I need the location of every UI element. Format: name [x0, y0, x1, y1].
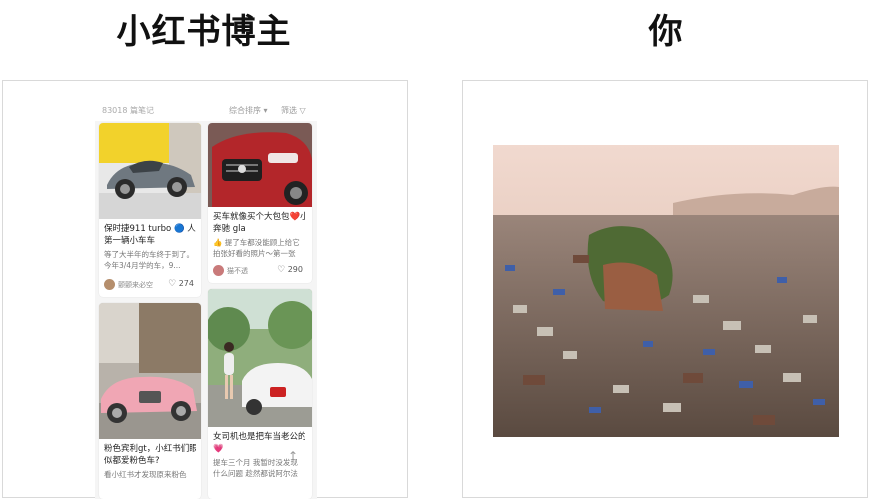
phone-screenshot: 83018 篇笔记 综合排序 ▾ 筛选 ▽ 保时捷911 turbo 🔵 人生 …: [95, 99, 317, 499]
notes-count: 83018 篇笔记: [102, 106, 154, 115]
author-name[interactable]: 颤颤来必空: [118, 280, 153, 290]
feed-toolbar: 83018 篇笔记 综合排序 ▾ 筛选 ▽: [95, 99, 317, 121]
note-card[interactable]: 粉色宾利gt，小红书们眼 似都爱粉色车? 看小红书才发现原来粉色: [99, 303, 201, 499]
note-card[interactable]: 保时捷911 turbo 🔵 人生 第一辆小车车 等了大半年的车终于到了。今年3…: [99, 123, 201, 297]
card-title-line2: 似都爱粉色车?: [104, 456, 160, 466]
avatar[interactable]: [104, 279, 115, 290]
note-card[interactable]: 女司机也是把车当老公的 💗 提车三个月 我暂时没发现什么问题 趁然都说阿尔法 ↑: [208, 289, 312, 499]
heading-you: 你: [648, 12, 684, 52]
card-title: 粉色宾利gt，小红书们眼: [104, 444, 196, 454]
bentley-photo: [99, 303, 201, 439]
card-footer: 猫不透 ♡ 290: [213, 265, 305, 277]
slum-photo: [493, 145, 839, 437]
you-panel: [462, 80, 868, 498]
heart-icon[interactable]: ♡: [168, 279, 176, 289]
heading-blogger: 小红书博主: [116, 12, 292, 52]
author-name[interactable]: 猫不透: [227, 266, 248, 276]
blogger-panel: 83018 篇笔记 综合排序 ▾ 筛选 ▽ 保时捷911 turbo 🔵 人生 …: [2, 80, 408, 499]
porsche-photo: [99, 123, 201, 219]
sort-dropdown[interactable]: 综合排序 ▾: [229, 105, 268, 116]
like-count[interactable]: ♡ 290: [277, 265, 303, 275]
card-snippet: 等了大半年的车终于到了。今年3/4月学的车，9...: [104, 250, 194, 270]
card-title-line2: 第一辆小车车: [104, 236, 156, 246]
filter-button[interactable]: 筛选 ▽: [281, 105, 306, 116]
card-footer: 颤颤来必空 ♡ 274: [104, 279, 196, 291]
card-title-line2: 奔驰 gla: [213, 224, 246, 234]
alfa-photo: [208, 289, 312, 427]
card-snippet: 看小红书才发现原来粉色: [104, 470, 187, 479]
mercedes-photo: [208, 123, 312, 207]
avatar[interactable]: [213, 265, 224, 276]
note-card[interactable]: 买车就像买个大包包❤️小 奔驰 gla 👍 提了车都没能顾上给它拍张好看的照片～…: [208, 123, 312, 283]
scroll-top-icon[interactable]: ↑: [288, 449, 298, 463]
card-title: 保时捷911 turbo 🔵 人生: [104, 224, 196, 234]
heart-icon[interactable]: ♡: [277, 265, 285, 275]
card-snippet: 👍 提了车都没能顾上给它拍张好看的照片～第一张: [213, 238, 300, 258]
card-title: 女司机也是把车当老公的: [213, 432, 305, 442]
like-count[interactable]: ♡ 274: [168, 279, 194, 289]
card-title: 买车就像买个大包包❤️小: [213, 212, 305, 222]
